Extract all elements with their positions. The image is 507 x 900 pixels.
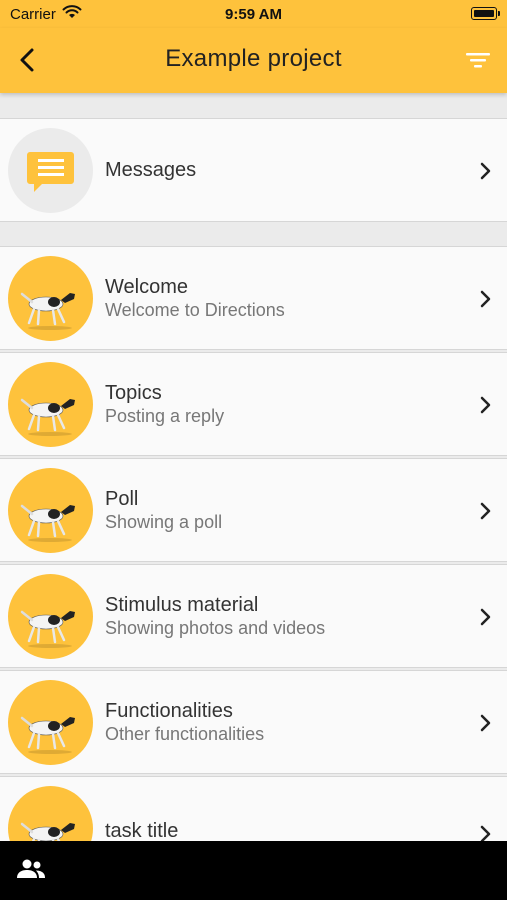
dog-avatar-image — [8, 680, 93, 765]
dog-avatar-image — [8, 468, 93, 553]
chevron-right-icon — [480, 290, 491, 308]
task-list: Messages Welcome Welcome to Directions T… — [0, 93, 507, 841]
status-bar: Carrier 9:59 AM — [0, 0, 507, 28]
item-subtitle: Showing photos and videos — [105, 618, 326, 638]
chevron-right-icon — [480, 396, 491, 414]
dog-avatar-image — [8, 256, 93, 341]
dog-icon — [20, 292, 75, 330]
messages-avatar — [8, 128, 93, 213]
item-title: Topics — [105, 382, 162, 404]
clock: 9:59 AM — [225, 6, 282, 23]
app-bar: Example project — [0, 28, 507, 93]
dog-icon — [20, 716, 75, 754]
item-title: Stimulus material — [105, 594, 259, 616]
item-subtitle: Welcome to Directions — [105, 300, 285, 320]
item-subtitle: Posting a reply — [105, 406, 225, 426]
battery-icon — [471, 7, 500, 20]
item-subtitle: Other functionalities — [105, 724, 265, 744]
list-item[interactable]: Functionalities Other functionalities — [0, 670, 507, 774]
chevron-right-icon — [480, 825, 491, 841]
list-item[interactable]: Welcome Welcome to Directions — [0, 246, 507, 350]
list-item[interactable]: task title — [0, 776, 507, 841]
chat-icon — [27, 152, 74, 192]
dog-avatar-image — [8, 786, 93, 841]
chevron-right-icon — [480, 714, 491, 732]
item-title: Poll — [105, 488, 139, 510]
list-item[interactable]: Stimulus material Showing photos and vid… — [0, 564, 507, 668]
dog-avatar-image — [8, 362, 93, 447]
messages-row[interactable]: Messages — [0, 118, 507, 222]
filter-icon[interactable] — [463, 46, 493, 74]
item-title: Welcome — [105, 276, 188, 298]
dog-icon — [20, 398, 75, 436]
chevron-right-icon — [480, 608, 491, 626]
back-arrow-icon[interactable] — [14, 46, 42, 74]
list-item[interactable]: Poll Showing a poll — [0, 458, 507, 562]
dog-avatar-image — [8, 574, 93, 659]
dog-icon — [20, 504, 75, 542]
item-title: Functionalities — [105, 700, 233, 722]
chevron-right-icon — [480, 162, 491, 180]
page-title: Example project — [165, 45, 342, 72]
people-icon[interactable] — [16, 857, 46, 881]
dog-icon — [20, 610, 75, 648]
dog-icon — [20, 822, 75, 841]
item-subtitle: Showing a poll — [105, 512, 223, 532]
messages-label: Messages — [105, 159, 197, 181]
bottom-bar — [0, 841, 507, 900]
chevron-right-icon — [480, 502, 491, 520]
item-title: task title — [105, 820, 179, 841]
list-item[interactable]: Topics Posting a reply — [0, 352, 507, 456]
